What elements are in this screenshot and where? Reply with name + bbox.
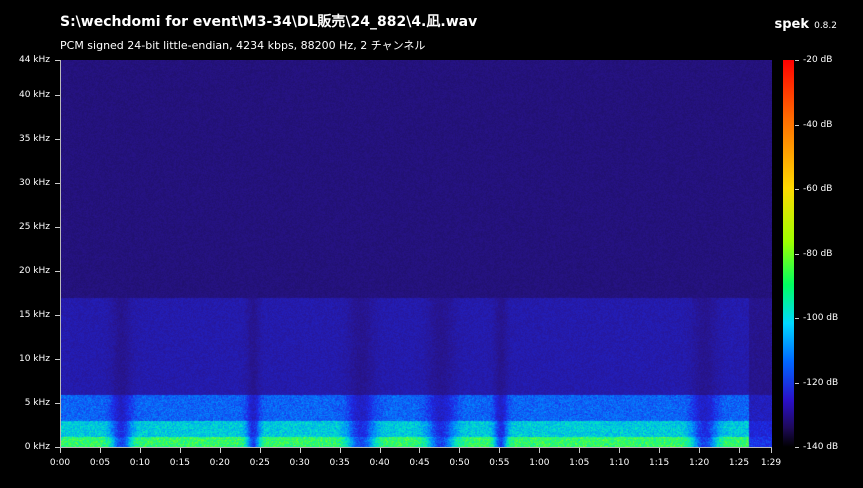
app-brand: spek 0.8.2 [774, 13, 837, 32]
x-tick-label: 0:35 [329, 458, 350, 468]
y-tick-label: 30 kHz [18, 178, 50, 189]
y-tick-label: 5 kHz [24, 398, 50, 409]
x-tick-mark [659, 448, 661, 453]
y-tick-label: 10 kHz [18, 354, 50, 365]
audio-format-info: PCM signed 24-bit little-endian, 4234 kb… [60, 39, 426, 52]
color-scale-label: -60 dB [803, 184, 833, 194]
x-tick-label: 1:25 [728, 458, 750, 468]
x-tick-mark [379, 448, 381, 453]
x-tick-label: 1:00 [529, 458, 550, 468]
x-tick-mark [299, 448, 301, 453]
color-scale-bar [783, 60, 794, 447]
x-tick-mark [179, 448, 181, 453]
color-scale-label: -120 dB [803, 377, 839, 388]
color-scale-tick [795, 382, 799, 384]
color-scale-label: -40 dB [803, 119, 833, 130]
app-version: 0.8.2 [814, 21, 837, 31]
color-scale-label: -100 dB [803, 313, 839, 323]
spectrogram-plot [60, 60, 772, 448]
y-tick-mark [55, 139, 60, 141]
x-tick-mark [499, 448, 501, 453]
x-tick-mark [60, 448, 61, 453]
app-name: spek [774, 17, 809, 32]
color-scale-label: -140 dB [803, 442, 839, 452]
x-tick-mark [339, 448, 341, 453]
x-tick-mark [739, 448, 741, 453]
color-scale-label: -80 dB [803, 248, 833, 259]
y-tick-label: 20 kHz [18, 266, 50, 277]
x-tick-label: 0:05 [89, 458, 111, 468]
x-tick-mark [619, 448, 621, 453]
x-tick-mark [419, 448, 421, 453]
y-tick-mark [55, 183, 60, 185]
color-scale-tick [795, 318, 799, 319]
y-tick-label: 44 kHz [18, 55, 50, 65]
color-scale-tick [795, 253, 799, 255]
x-tick-mark [139, 448, 141, 453]
y-tick-mark [55, 227, 60, 229]
x-tick-label: 1:05 [569, 458, 590, 468]
color-scale-tick [795, 60, 799, 61]
x-tick-label: 0:10 [129, 458, 150, 468]
x-tick-label: 1:20 [688, 458, 710, 468]
color-scale-tick [795, 124, 799, 126]
x-tick-mark [99, 448, 101, 453]
x-tick-label: 0:15 [169, 458, 190, 468]
y-tick-label: 35 kHz [18, 134, 50, 145]
y-tick-mark [55, 60, 60, 61]
file-path-title: S:\wechdomi for event\M3-34\DL販売\24_882\… [60, 14, 478, 30]
x-tick-mark [459, 448, 461, 453]
x-tick-label: 1:29 [760, 458, 782, 468]
y-tick-label: 25 kHz [18, 222, 50, 233]
y-tick-mark [55, 271, 60, 273]
y-tick-mark [55, 315, 60, 317]
x-tick-label: 0:45 [409, 458, 430, 468]
y-tick-mark [55, 95, 60, 97]
y-tick-label: 0 kHz [24, 442, 50, 452]
color-scale-tick [795, 447, 799, 448]
y-tick-label: 15 kHz [18, 310, 50, 321]
x-tick-mark [771, 448, 772, 453]
x-tick-label: 0:50 [449, 458, 470, 468]
x-tick-label: 0:00 [49, 458, 71, 468]
color-scale-tick [795, 189, 799, 190]
x-tick-label: 0:25 [249, 458, 270, 468]
x-tick-mark [699, 448, 701, 453]
x-tick-label: 0:55 [489, 458, 510, 468]
x-tick-mark [539, 448, 541, 453]
color-scale-label: -20 dB [803, 55, 833, 65]
spectrogram-image [61, 60, 772, 447]
x-tick-label: 1:10 [609, 458, 630, 468]
y-tick-mark [55, 403, 60, 405]
y-tick-mark [55, 359, 60, 361]
x-tick-label: 0:40 [369, 458, 390, 468]
y-tick-label: 40 kHz [18, 90, 50, 101]
x-tick-label: 1:15 [649, 458, 670, 468]
x-tick-mark [579, 448, 581, 453]
x-tick-mark [219, 448, 221, 453]
x-tick-label: 0:20 [209, 458, 230, 468]
x-tick-label: 0:30 [289, 458, 310, 468]
x-tick-mark [259, 448, 261, 453]
